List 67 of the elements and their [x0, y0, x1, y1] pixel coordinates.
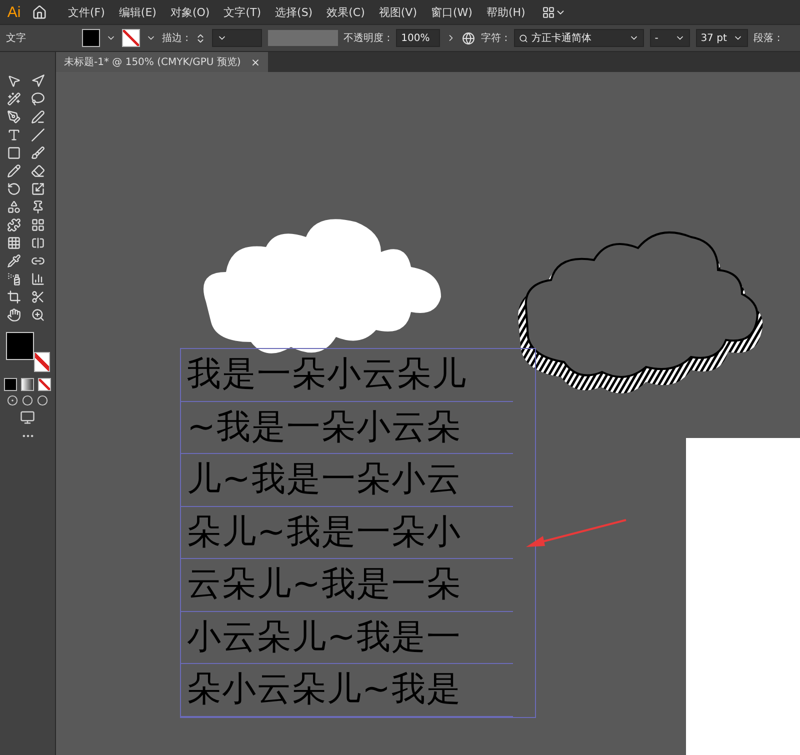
- lasso-icon[interactable]: [30, 92, 44, 106]
- direct-selection-arrow-icon[interactable]: [30, 74, 44, 88]
- app-logo: Ai: [6, 4, 22, 20]
- zoom-icon[interactable]: [30, 308, 44, 322]
- fill-color-swatch[interactable]: [6, 332, 34, 360]
- text-line: 我是一朵小云朵儿: [181, 349, 513, 402]
- font-field[interactable]: 方正卡通简体: [514, 29, 644, 47]
- gradient-mode-swatch[interactable]: [21, 378, 34, 391]
- workspace-icon[interactable]: [542, 6, 556, 18]
- stroke-color-swatch[interactable]: [34, 352, 50, 372]
- hand-icon[interactable]: [6, 308, 20, 322]
- stroke-label[interactable]: 描边 :: [162, 31, 189, 45]
- menu-item[interactable]: 对象(O): [163, 4, 217, 20]
- brush-icon[interactable]: [30, 146, 44, 160]
- menu-item[interactable]: 窗口(W): [424, 4, 480, 20]
- screen-mode-icon[interactable]: [20, 410, 35, 425]
- none-mode-swatch[interactable]: [38, 378, 51, 391]
- text-line: 小云朵儿~我是一: [181, 612, 513, 664]
- selection-arrow-icon[interactable]: [6, 74, 20, 88]
- menu-item[interactable]: 效果(C): [320, 4, 372, 20]
- magic-wand-icon[interactable]: [6, 92, 20, 106]
- stroke-swatch[interactable]: [122, 29, 140, 47]
- close-icon[interactable]: ×: [250, 56, 260, 68]
- curvature-pen-icon[interactable]: [30, 110, 44, 124]
- document-tab[interactable]: 未标题-1* @ 150% (CMYK/GPU 预览) ×: [56, 52, 268, 72]
- scissors-icon[interactable]: [30, 290, 44, 304]
- font-style-field[interactable]: -: [650, 29, 690, 47]
- menu-item[interactable]: 选择(S): [268, 4, 320, 20]
- puzzle-icon[interactable]: [6, 218, 20, 232]
- menu-item[interactable]: 编辑(E): [112, 4, 164, 20]
- menu-item[interactable]: 帮助(H): [479, 4, 532, 20]
- pen-icon[interactable]: [6, 110, 20, 124]
- character-label[interactable]: 字符 :: [481, 31, 508, 45]
- search-icon[interactable]: [518, 34, 528, 42]
- bar-chart-icon[interactable]: [30, 272, 44, 286]
- variable-width-field[interactable]: [268, 30, 338, 46]
- rotate-icon[interactable]: [6, 182, 20, 196]
- menu-item[interactable]: 文件(F): [61, 4, 112, 20]
- selection-label: 文字: [6, 32, 27, 45]
- eraser-icon[interactable]: [30, 164, 44, 178]
- rectangle-icon[interactable]: [6, 146, 20, 160]
- fill-swatch[interactable]: [82, 29, 100, 47]
- color-mode-swatch[interactable]: [4, 378, 17, 391]
- grid-icon[interactable]: [30, 218, 44, 232]
- pin-icon[interactable]: [30, 200, 44, 214]
- menu-item[interactable]: 文字(T): [216, 4, 268, 20]
- opacity-label[interactable]: 不透明度 :: [344, 31, 390, 45]
- text-line: ~我是一朵小云朵: [181, 402, 513, 454]
- font-size-field[interactable]: 37 pt: [696, 29, 748, 47]
- text-line: 朵小云朵儿~我是: [181, 664, 513, 716]
- type-icon[interactable]: [6, 128, 20, 142]
- opacity-field[interactable]: 100%: [396, 29, 440, 47]
- globe-icon[interactable]: [462, 32, 476, 44]
- home-icon[interactable]: [32, 4, 47, 20]
- menu-item[interactable]: 视图(V): [372, 4, 424, 20]
- spray-icon[interactable]: [6, 272, 20, 286]
- crop-icon[interactable]: [6, 290, 20, 304]
- text-line: 儿~我是一朵小云: [181, 454, 513, 506]
- stroke-weight-field[interactable]: [212, 29, 262, 47]
- eyedropper-icon[interactable]: [6, 254, 20, 268]
- text-line: 朵儿~我是一朵小: [181, 506, 513, 559]
- scale-icon[interactable]: [30, 182, 44, 196]
- text-line: 云朵儿~我是一朵: [181, 559, 513, 612]
- pencil-icon[interactable]: [6, 164, 20, 178]
- line-icon[interactable]: [30, 128, 44, 142]
- shapes-icon[interactable]: [6, 200, 20, 214]
- paragraph-label[interactable]: 段落 :: [754, 31, 780, 45]
